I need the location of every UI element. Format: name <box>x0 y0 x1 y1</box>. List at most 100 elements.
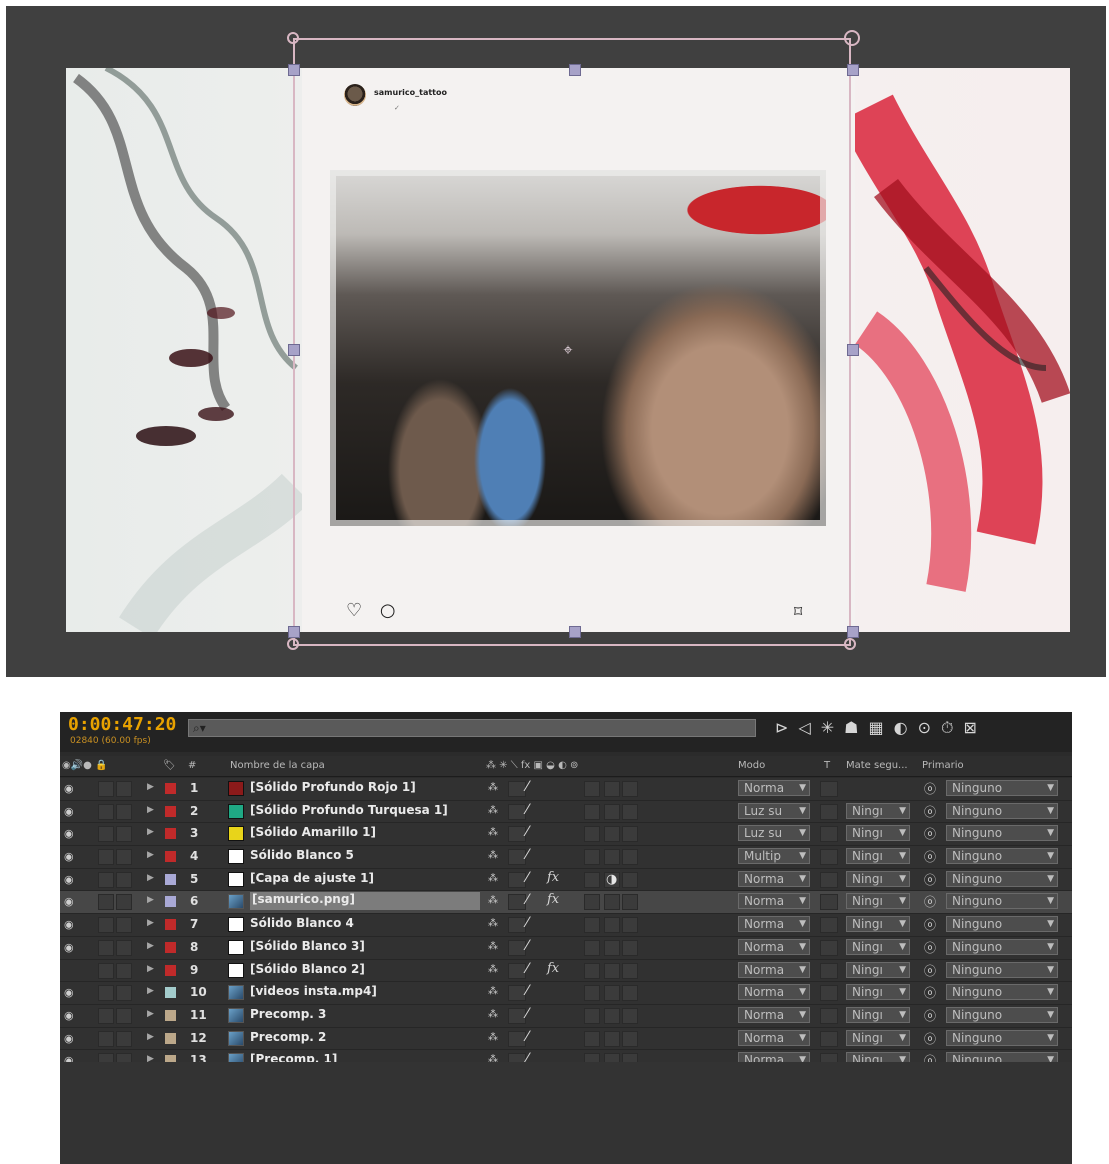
blend-mode-dropdown[interactable]: Norma ▼ <box>738 780 810 796</box>
3d-layer-switch[interactable] <box>622 1007 638 1024</box>
3d-layer-switch[interactable] <box>622 871 638 888</box>
expand-triangle-icon[interactable]: ▶ <box>147 1009 154 1019</box>
lock-toggle[interactable] <box>116 826 132 843</box>
shy-switch-icon[interactable]: ⁂ <box>488 827 498 838</box>
parent-dropdown[interactable]: Ninguno ▼ <box>946 916 1058 933</box>
blend-mode-dropdown[interactable]: Luz su ▼ <box>738 825 810 842</box>
motion-blur-icon[interactable]: ◐ <box>894 718 918 737</box>
layer-row[interactable]: ◉ ▶ 10 [videos insta.mp4] ⁂ ⁄ Norma ▼ Ningı ▼ ⓞ Nin… <box>60 982 1072 1005</box>
track-matte-dropdown[interactable]: Ningı ▼ <box>846 984 910 1001</box>
lock-toggle[interactable] <box>116 849 132 866</box>
layer-name[interactable]: [Capa de ajuste 1] <box>250 871 374 885</box>
layer-name-header[interactable]: Nombre de la capa <box>230 760 325 771</box>
solo-toggle[interactable] <box>98 917 114 934</box>
parent-pickwhip-icon[interactable]: ⓞ <box>924 1007 936 1024</box>
collapse-switch[interactable] <box>508 962 526 979</box>
motion-blur-switch[interactable] <box>604 917 620 934</box>
frame-blend-switch[interactable] <box>584 894 600 911</box>
corner-point-bottom-right[interactable] <box>844 638 856 650</box>
track-matte-dropdown[interactable]: Ningı ▼ <box>846 848 910 865</box>
shy-switch-icon[interactable]: ⁂ <box>488 1032 498 1043</box>
motion-blur-switch[interactable] <box>604 826 620 843</box>
layer-row[interactable]: ◉ ▶ 11 Precomp. 3 ⁂ ⁄ Norma ▼ Ningı ▼ ⓞ Ninguno ▼ <box>60 1004 1072 1028</box>
solo-toggle[interactable] <box>98 1030 114 1047</box>
quality-switch-icon[interactable]: ⁄ <box>526 802 528 818</box>
track-matte-dropdown[interactable]: Ningı ▼ <box>846 916 910 933</box>
blend-mode-dropdown[interactable]: Norma ▼ <box>738 870 810 887</box>
av-features-header[interactable]: ◉🔊● 🔒 <box>62 760 108 771</box>
layer-row[interactable]: ▶ 9 [Sólido Blanco 2] ⁂ ⁄ fx Norma ▼ Ningı ▼ ⓞ Ning… <box>60 959 1072 983</box>
visibility-eye-icon[interactable]: ◉ <box>64 827 74 840</box>
preserve-transparency-toggle[interactable] <box>820 894 838 911</box>
track-matte-dropdown[interactable]: Ningı ▼ <box>846 893 910 910</box>
transform-handle-bottom-right[interactable] <box>847 626 859 638</box>
track-matte-dropdown[interactable]: Ningı ▼ <box>846 961 910 978</box>
shy-switch-icon[interactable]: ⁂ <box>488 986 498 997</box>
lock-toggle[interactable] <box>116 871 132 888</box>
expand-triangle-icon[interactable]: ▶ <box>147 986 154 996</box>
collapse-switch[interactable] <box>508 985 526 1002</box>
parent-dropdown[interactable]: Ninguno ▼ <box>946 893 1058 910</box>
lock-toggle[interactable] <box>116 985 132 1002</box>
preserve-transparency-toggle[interactable] <box>820 962 838 979</box>
3d-layer-switch[interactable] <box>622 781 638 797</box>
solo-toggle[interactable] <box>98 826 114 843</box>
motion-blur-switch[interactable] <box>604 781 620 797</box>
lock-toggle[interactable] <box>116 1007 132 1024</box>
layer-row[interactable]: ◉ ▶ 2 [Sólido Profundo Turquesa 1] ⁂ ⁄ Luz su ▼… <box>60 800 1072 824</box>
layer-row[interactable]: ◉ ▶ 5 [Capa de ajuste 1] ⁂ ⁄ fx ◑ Norma ▼ Ningı ▼ ⓞ N… <box>60 868 1072 892</box>
visibility-eye-icon[interactable]: ◉ <box>64 1009 74 1022</box>
quality-switch-icon[interactable]: ⁄ <box>526 1006 528 1022</box>
layer-name[interactable]: [Sólido Profundo Rojo 1] <box>250 780 416 794</box>
collapse-switch[interactable] <box>508 917 526 934</box>
layer-row[interactable]: ◉ ▶ 3 [Sólido Amarillo 1] ⁂ ⁄ Luz su ▼ Ningı ▼ ⓞ Ni… <box>60 823 1072 847</box>
parent-dropdown[interactable]: Ninguno ▼ <box>946 802 1058 819</box>
frame-blend-switch[interactable] <box>584 871 600 888</box>
motion-blur-switch[interactable] <box>604 1030 620 1047</box>
visibility-eye-icon[interactable]: ◉ <box>64 895 74 908</box>
preserve-transparency-toggle[interactable] <box>820 939 838 956</box>
lock-toggle[interactable] <box>116 781 132 797</box>
parent-dropdown[interactable]: Ninguno ▼ <box>946 870 1058 887</box>
switches-header[interactable]: ⁂ ✳ ⟍ fx ▣ ◒ ◐ ⊚ <box>486 760 578 771</box>
adjustment-layer-icon[interactable]: ◑ <box>606 872 617 887</box>
timeline-panel[interactable]: 0:00:47:20 02840 (60.00 fps) ⌕▾ ⊳◁✳☗▦◐⊙⏱… <box>60 712 1072 1164</box>
label-color-swatch[interactable] <box>165 896 176 908</box>
blend-mode-dropdown[interactable]: Norma ▼ <box>738 916 810 933</box>
3d-layer-switch[interactable] <box>622 917 638 934</box>
solo-toggle[interactable] <box>98 849 114 866</box>
expand-triangle-icon[interactable]: ▶ <box>147 873 154 883</box>
parent-dropdown[interactable]: Ninguno ▼ <box>946 848 1058 865</box>
preserve-transparency-toggle[interactable] <box>820 985 838 1002</box>
frame-blend-switch[interactable] <box>584 781 600 797</box>
parent-dropdown[interactable]: Ninguno ▼ <box>946 825 1058 842</box>
motion-blur-switch[interactable] <box>604 849 620 866</box>
preserve-transparency-toggle[interactable] <box>820 826 838 843</box>
3d-layer-switch[interactable] <box>622 939 638 956</box>
motion-blur-switch[interactable] <box>604 939 620 956</box>
frame-blend-switch[interactable] <box>584 1030 600 1047</box>
corner-point-bottom-left[interactable] <box>287 638 299 650</box>
frame-blending-icon[interactable]: ▦ <box>868 718 893 737</box>
motion-blur-switch[interactable] <box>604 1007 620 1024</box>
parent-pickwhip-icon[interactable]: ⓞ <box>924 916 936 933</box>
expand-triangle-icon[interactable]: ▶ <box>147 805 154 815</box>
track-matte-dropdown[interactable]: Ningı ▼ <box>846 1006 910 1023</box>
quality-switch-icon[interactable]: ⁄ <box>526 1029 528 1045</box>
current-timecode[interactable]: 0:00:47:20 <box>68 714 176 735</box>
visibility-eye-icon[interactable]: ◉ <box>64 873 74 886</box>
frame-blend-switch[interactable] <box>584 985 600 1002</box>
shy-switch-icon[interactable]: ⁂ <box>488 941 498 952</box>
label-color-swatch[interactable] <box>165 783 176 794</box>
layer-row[interactable]: ◉ ▶ 12 Precomp. 2 ⁂ ⁄ Norma ▼ Ningı ▼ ⓞ Ninguno ▼ <box>60 1027 1072 1051</box>
layer-name[interactable]: Precomp. 2 <box>250 1030 326 1044</box>
layer-row[interactable]: ◉ ▶ 8 [Sólido Blanco 3] ⁂ ⁄ Norma ▼ Ningı ▼ ⓞ Ningu… <box>60 936 1072 960</box>
lock-toggle[interactable] <box>116 962 132 979</box>
3d-layer-switch[interactable] <box>622 826 638 843</box>
solo-toggle[interactable] <box>98 803 114 820</box>
collapse-switch[interactable] <box>508 1007 526 1024</box>
transform-handle-top-right[interactable] <box>847 64 859 76</box>
collapse-switch[interactable] <box>508 939 526 956</box>
parent-dropdown[interactable]: Ninguno ▼ <box>946 1006 1058 1023</box>
quality-switch-icon[interactable]: ⁄ <box>526 847 528 863</box>
